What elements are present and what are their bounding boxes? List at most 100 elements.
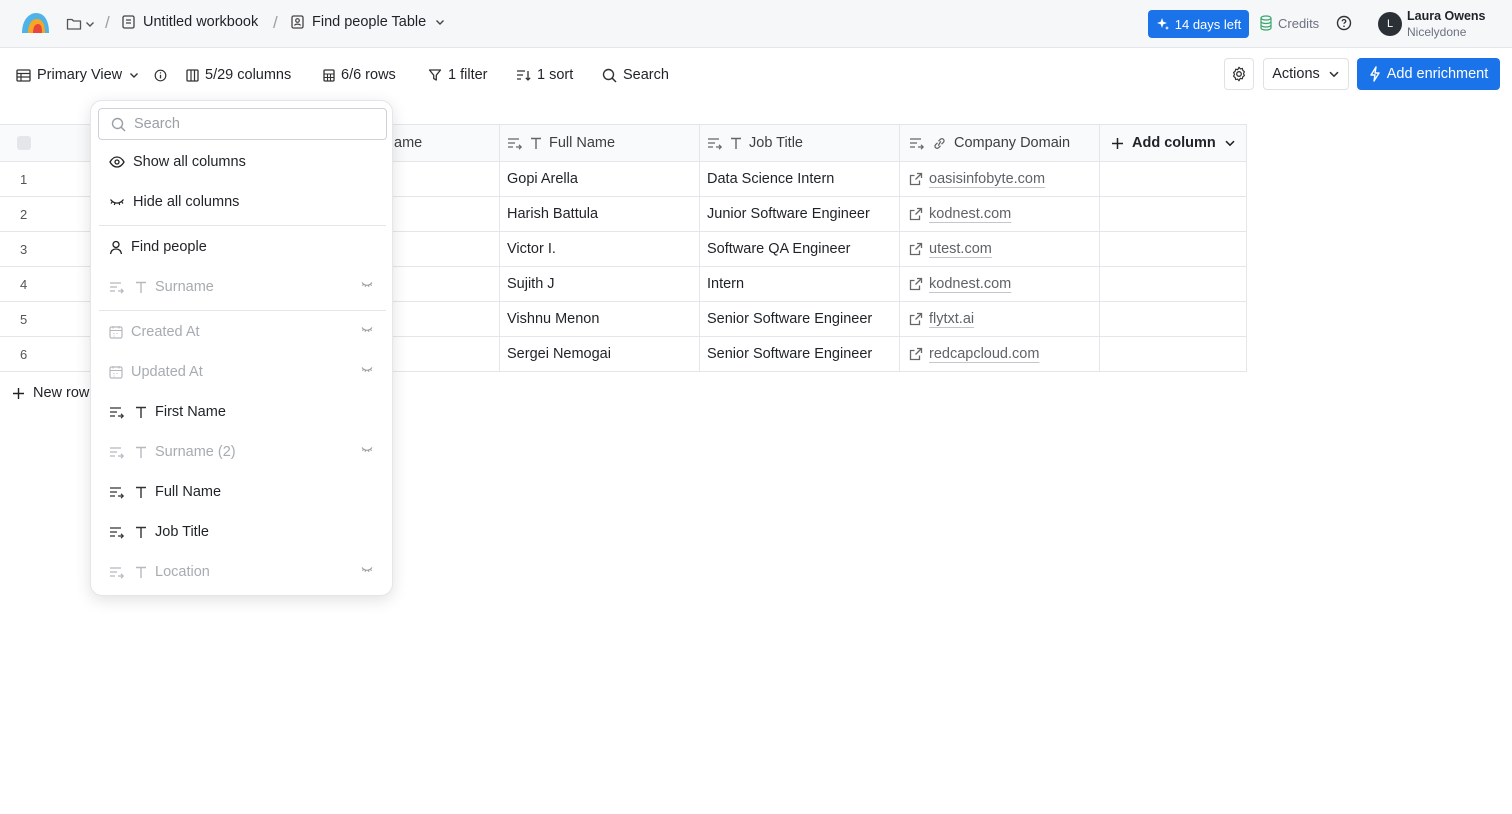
eye-closed-icon[interactable] [361,326,373,334]
column-source-icon [109,526,125,539]
column-search-input[interactable] [134,116,374,132]
app-logo-icon[interactable] [20,11,50,35]
full-name-cell[interactable]: Vishnu Menon [499,302,700,336]
column-source-icon [909,137,925,150]
column-item-updated-at[interactable]: Updated At [109,360,379,384]
column-item-job-title[interactable]: Job Title [109,520,379,544]
view-selector-button[interactable]: Primary View [16,65,140,85]
calendar-icon [109,325,123,339]
domain-link[interactable]: kodnest.com [929,206,1011,222]
job-title-cell[interactable]: Software QA Engineer [699,232,900,266]
lightning-icon [1369,66,1381,82]
help-icon[interactable] [1336,15,1352,31]
column-header-label: Company Domain [954,135,1071,151]
column-header-job-title[interactable]: Job Title [699,125,900,161]
new-row-label: New row [33,385,90,401]
domain-link[interactable]: flytxt.ai [929,311,974,327]
external-link-icon[interactable] [909,277,923,291]
settings-button[interactable] [1224,58,1254,90]
column-item-label: Surname (2) [155,444,236,460]
contact-book-icon [291,15,304,29]
column-item-created-at[interactable]: Created At [109,320,379,344]
full-name-cell[interactable]: Victor I. [499,232,700,266]
external-link-icon[interactable] [909,242,923,256]
search-button[interactable]: Search [602,65,669,85]
company-domain-cell[interactable]: flytxt.ai [899,302,1100,336]
job-title-cell[interactable]: Junior Software Engineer [699,197,900,231]
eye-closed-icon[interactable] [361,366,373,374]
actions-button[interactable]: Actions [1263,58,1349,90]
external-link-icon[interactable] [909,312,923,326]
credits-button[interactable]: Credits [1260,15,1319,31]
company-domain-cell[interactable]: utest.com [899,232,1100,266]
text-type-icon [135,281,147,294]
company-domain-cell[interactable]: redcapcloud.com [899,337,1100,371]
external-link-icon[interactable] [909,207,923,221]
menu-divider [99,225,386,226]
new-row-button[interactable]: New row [12,385,89,401]
breadcrumb-workbook[interactable]: Untitled workbook [122,14,258,30]
text-type-icon [730,137,742,150]
column-search-field[interactable] [98,108,387,140]
folder-menu-button[interactable] [66,14,96,34]
breadcrumb-separator: / [273,13,278,32]
text-type-icon [530,137,542,150]
select-all-cell[interactable] [0,125,100,161]
company-domain-cell[interactable]: kodnest.com [899,267,1100,301]
empty-cell [1099,232,1247,266]
column-header-company-domain[interactable]: Company Domain [899,125,1100,161]
full-name-cell[interactable]: Sergei Nemogai [499,337,700,371]
add-enrichment-button[interactable]: Add enrichment [1357,58,1500,90]
rows-button[interactable]: 6/6 rows [323,65,396,85]
external-link-icon[interactable] [909,172,923,186]
domain-link[interactable]: oasisinfobyte.com [929,171,1045,187]
view-info-icon[interactable] [154,65,167,85]
column-item-label: First Name [155,404,226,420]
full-name-cell[interactable]: Gopi Arella [499,162,700,196]
job-title-cell[interactable]: Senior Software Engineer [699,337,900,371]
filter-button[interactable]: 1 filter [428,65,488,85]
empty-cell [1099,337,1247,371]
plus-icon [1111,137,1124,150]
sort-count: 1 sort [537,67,574,83]
link-type-icon [932,137,947,150]
domain-link[interactable]: kodnest.com [929,276,1011,292]
job-title-cell[interactable]: Senior Software Engineer [699,302,900,336]
sort-button[interactable]: 1 sort [516,65,573,85]
eye-icon [109,156,125,168]
column-item-surname-2[interactable]: Surname (2) [109,440,379,464]
full-name-cell[interactable]: Harish Battula [499,197,700,231]
eye-closed-icon[interactable] [361,566,373,574]
eye-closed-icon[interactable] [361,446,373,454]
text-type-icon [135,406,147,419]
column-item-surname[interactable]: Surname [109,275,379,299]
column-header-full-name[interactable]: Full Name [499,125,700,161]
column-item-first-name[interactable]: First Name [109,400,379,424]
workbook-icon [122,15,135,29]
show-all-columns-item[interactable]: Show all columns [109,150,379,174]
select-all-checkbox[interactable] [17,136,31,150]
rows-count: 6/6 rows [341,67,396,83]
add-column-button[interactable]: Add column [1099,125,1247,161]
hide-all-columns-item[interactable]: Hide all columns [109,190,379,214]
breadcrumb-table[interactable]: Find people Table [291,14,446,30]
avatar[interactable]: L [1378,12,1402,36]
column-item-full-name[interactable]: Full Name [109,480,379,504]
domain-link[interactable]: redcapcloud.com [929,346,1039,362]
trial-days-badge[interactable]: 14 days left [1148,10,1249,38]
sort-icon [516,69,531,82]
full-name-cell[interactable]: Sujith J [499,267,700,301]
column-item-location[interactable]: Location [109,560,379,584]
job-title-cell[interactable]: Intern [699,267,900,301]
company-domain-cell[interactable]: oasisinfobyte.com [899,162,1100,196]
column-item-label: Created At [131,324,200,340]
text-type-icon [135,446,147,459]
domain-link[interactable]: utest.com [929,241,992,257]
columns-button[interactable]: 5/29 columns [186,65,291,85]
credits-label: Credits [1278,15,1320,31]
job-title-cell[interactable]: Data Science Intern [699,162,900,196]
external-link-icon[interactable] [909,347,923,361]
eye-closed-icon[interactable] [361,281,373,289]
company-domain-cell[interactable]: kodnest.com [899,197,1100,231]
source-group-label: Find people [131,239,207,255]
